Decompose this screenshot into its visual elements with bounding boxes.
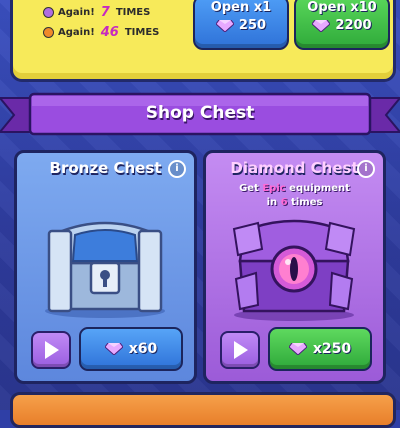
again-counter-row: Again! 46 TIMES bbox=[43, 25, 159, 40]
desc-highlight: 6 bbox=[280, 197, 288, 208]
desc-highlight: Epic bbox=[262, 183, 286, 194]
open-x1-price: 250 bbox=[195, 18, 287, 33]
again-counter-row: Again! 7 TIMES bbox=[43, 5, 150, 20]
bronze-chest-icon bbox=[45, 221, 165, 318]
info-icon[interactable]: i bbox=[357, 160, 375, 178]
diamond-chest-card: Diamond Chest i Get Epic equipment in 6 … bbox=[203, 150, 386, 384]
open-x1-price-value: 250 bbox=[238, 18, 267, 33]
diamond-price: x250 bbox=[312, 341, 352, 357]
bronze-chest-card: Bronze Chest i x60 bbox=[14, 150, 197, 384]
desc-text: times bbox=[287, 197, 323, 208]
play-icon bbox=[45, 341, 59, 359]
gem-icon bbox=[288, 343, 307, 355]
diamond-buy-button[interactable]: x250 bbox=[268, 327, 372, 371]
gem-icon bbox=[104, 343, 123, 355]
times-label: TIMES bbox=[124, 27, 160, 38]
open-x10-button[interactable]: Open x10 2200 bbox=[294, 0, 390, 50]
again-count: 7 bbox=[100, 5, 110, 20]
bronze-buy-button[interactable]: x60 bbox=[79, 327, 183, 371]
open-x10-price: 2200 bbox=[296, 18, 388, 33]
desc-text: Get bbox=[239, 183, 263, 194]
desc-text: in bbox=[266, 197, 281, 208]
diamond-chest-description: Get Epic equipment in 6 times bbox=[206, 182, 383, 210]
purple-orb-icon bbox=[43, 7, 54, 18]
play-icon bbox=[234, 341, 248, 359]
again-label: Again! bbox=[58, 7, 95, 18]
orange-orb-icon bbox=[43, 27, 54, 38]
info-icon[interactable]: i bbox=[168, 160, 186, 178]
gem-icon bbox=[312, 19, 331, 32]
bronze-preview-button[interactable] bbox=[31, 331, 71, 369]
again-count: 46 bbox=[100, 25, 119, 40]
open-x10-price-value: 2200 bbox=[335, 18, 372, 33]
open-x1-label: Open x1 bbox=[210, 0, 272, 15]
shop-chest-banner: Shop Chest bbox=[0, 92, 400, 138]
open-chest-panel: Again! 7 TIMES Again! 46 TIMES Open x1 2… bbox=[10, 0, 396, 82]
again-label: Again! bbox=[58, 27, 95, 38]
open-x1-button[interactable]: Open x1 250 bbox=[193, 0, 289, 50]
diamond-preview-button[interactable] bbox=[220, 331, 260, 369]
desc-text: equipment bbox=[285, 183, 350, 194]
bottom-panel-edge bbox=[10, 392, 396, 428]
open-x10-label: Open x10 bbox=[307, 0, 377, 15]
bronze-price: x60 bbox=[128, 341, 158, 357]
shop-chest-title: Shop Chest bbox=[145, 103, 255, 123]
gem-icon bbox=[215, 19, 234, 32]
diamond-chest-icon bbox=[232, 219, 356, 321]
times-label: TIMES bbox=[115, 7, 151, 18]
